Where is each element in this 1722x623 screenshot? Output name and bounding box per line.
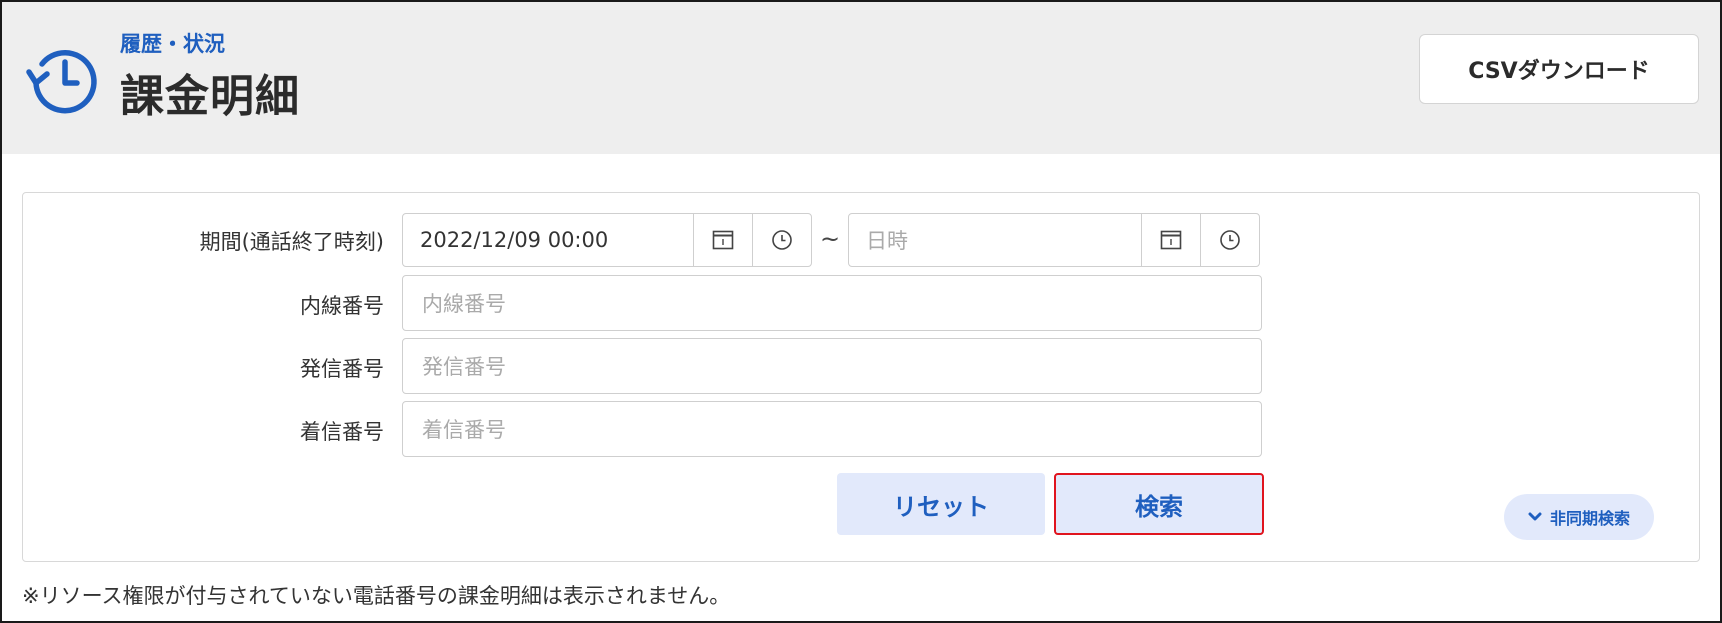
- period-from-field[interactable]: 2022/12/09 00:00: [402, 213, 812, 267]
- reset-button[interactable]: リセット: [837, 473, 1045, 535]
- caller-number-label: 発信番号: [300, 357, 384, 381]
- period-from-input[interactable]: 2022/12/09 00:00: [403, 214, 693, 266]
- calendar-icon[interactable]: [1141, 214, 1200, 266]
- period-to-field[interactable]: 日時: [848, 213, 1260, 267]
- period-to-input[interactable]: 日時: [849, 214, 1141, 266]
- chevron-down-icon: [1528, 512, 1542, 521]
- calendar-icon[interactable]: [693, 214, 752, 266]
- callee-number-label: 着信番号: [300, 420, 384, 444]
- callee-number-input[interactable]: 着信番号: [402, 401, 1262, 457]
- clock-icon[interactable]: [1200, 214, 1259, 266]
- async-search-button[interactable]: 非同期検索: [1504, 494, 1654, 540]
- async-search-label: 非同期検索: [1549, 509, 1630, 528]
- history-icon: [26, 49, 97, 114]
- caller-number-input[interactable]: 発信番号: [402, 338, 1262, 394]
- app-window: 履歴・状況 課金明細 CSVダウンロード 期間(通話終了時刻) 2022/12/…: [0, 0, 1722, 623]
- page-header: 履歴・状況 課金明細 CSVダウンロード: [2, 2, 1720, 154]
- page-title: 課金明細: [120, 71, 300, 122]
- breadcrumb[interactable]: 履歴・状況: [120, 28, 225, 58]
- csv-download-button[interactable]: CSVダウンロード: [1419, 34, 1699, 104]
- clock-icon[interactable]: [752, 214, 811, 266]
- range-separator: ~: [820, 225, 841, 253]
- search-button[interactable]: 検索: [1054, 473, 1264, 535]
- period-label: 期間(通話終了時刻): [199, 230, 384, 254]
- extension-number-input[interactable]: 内線番号: [402, 275, 1262, 331]
- extension-number-label: 内線番号: [300, 294, 384, 318]
- footnote: ※リソース権限が付与されていない電話番号の課金明細は表示されません。: [22, 584, 731, 608]
